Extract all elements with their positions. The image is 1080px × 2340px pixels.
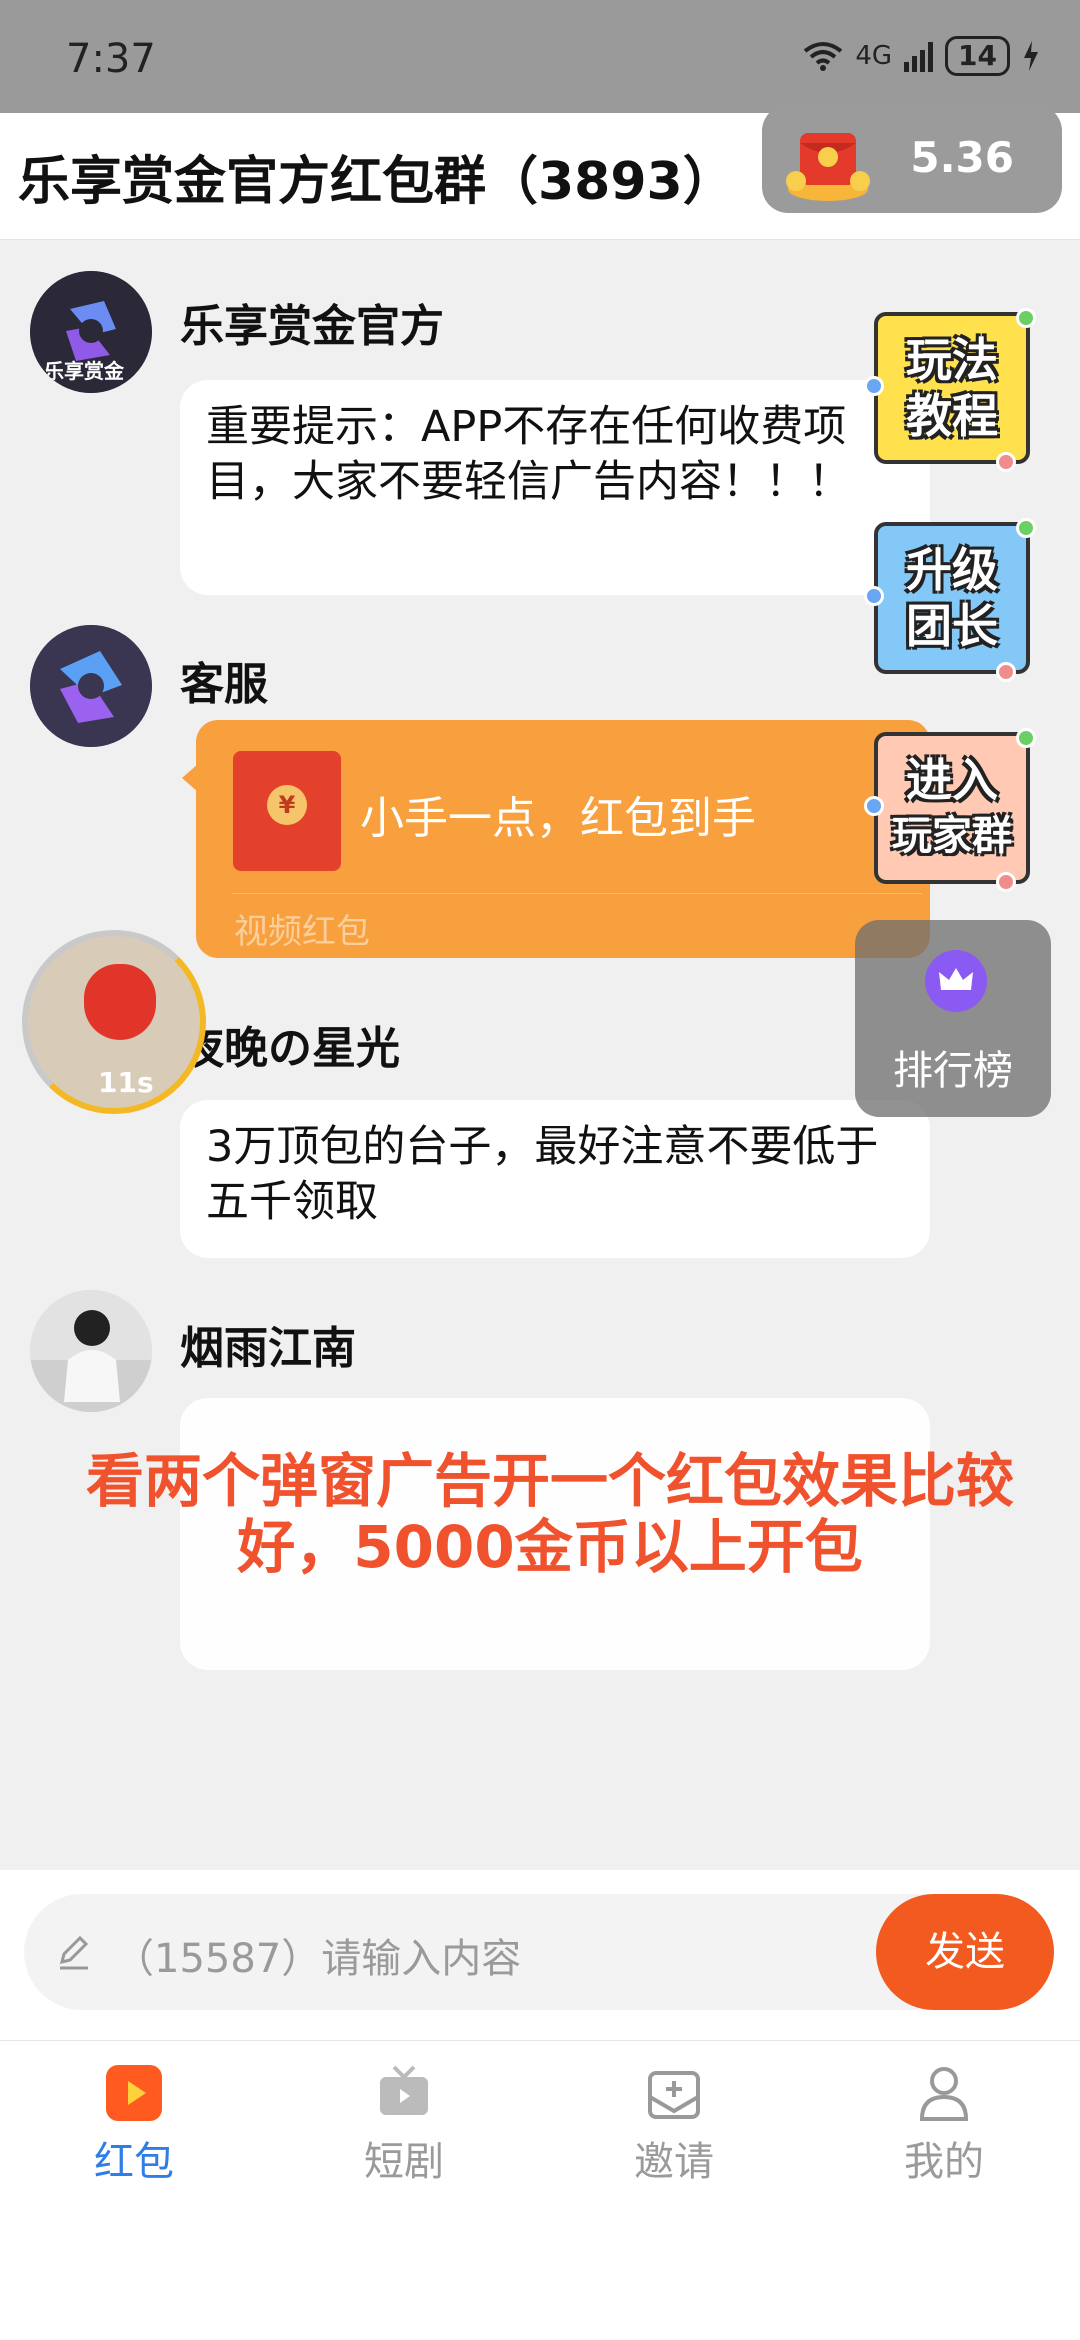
nav-label: 红包 [94, 2139, 174, 2185]
balance-value: 5.36 [910, 133, 1014, 182]
avatar-official[interactable]: 乐享赏金 [30, 271, 152, 393]
bottom-nav: 红包 短剧 邀请 我的 [0, 2040, 1080, 2340]
charging-icon [1024, 41, 1038, 71]
badge-line: 教程 [906, 389, 998, 443]
nav-red-packet[interactable]: 红包 [34, 2063, 234, 2187]
group-title: 乐享赏金官方红包群（3893） [18, 152, 735, 212]
bubble-tail [182, 764, 198, 792]
money-bag-icon [84, 964, 156, 1040]
network-type: 4G [855, 41, 893, 71]
status-time: 7:37 [66, 36, 156, 82]
wifi-icon [804, 42, 843, 71]
avatar-official-text: 乐享赏金 [44, 359, 124, 383]
battery-icon: 14 [945, 36, 1010, 76]
nav-short-drama[interactable]: 短剧 [304, 2063, 504, 2187]
sender-name: 乐享赏金官方 [180, 301, 444, 352]
avatar-user[interactable] [30, 1290, 152, 1412]
red-packet-balance-button[interactable]: 5.36 [762, 105, 1062, 213]
input-bar: （15587）请输入内容 发送 [0, 1870, 1080, 2040]
signal-icon [904, 40, 934, 72]
yuan-coin-icon: ¥ [267, 785, 307, 825]
badge-line: 升级 [906, 543, 998, 597]
red-packet-icon [786, 133, 870, 201]
badge-line: 玩家群 [892, 813, 1012, 859]
service-logo-icon [30, 625, 152, 747]
badge-line: 团长 [906, 599, 998, 653]
send-button[interactable]: 发送 [876, 1894, 1054, 2010]
invite-envelope-icon [648, 2071, 700, 2119]
sender-name: 烟雨江南 [180, 1323, 356, 1374]
play-icon [106, 2065, 162, 2121]
red-packet-title: 小手一点，红包到手 [360, 793, 756, 844]
dot-icon [996, 872, 1016, 892]
user-photo-icon [30, 1290, 152, 1412]
crown-icon [925, 950, 987, 1012]
status-icons: 4G 14 [803, 36, 1040, 76]
badge-line: 进入 [906, 753, 998, 807]
nav-mine[interactable]: 我的 [844, 2063, 1044, 2187]
message-bubble: 重要提示：APP不存在任何收费项目，大家不要轻信广告内容！！！ [180, 380, 930, 595]
nav-label: 我的 [904, 2139, 984, 2185]
group-header: 乐享赏金官方红包群（3893） 5.36 [0, 105, 1080, 240]
dot-icon [996, 662, 1016, 682]
ranking-label: 排行榜 [893, 1048, 1013, 1094]
upgrade-leader-badge-button[interactable]: 升级 团长 [864, 518, 1036, 682]
dot-icon [864, 376, 884, 396]
tutorial-badge-button[interactable]: 玩法 教程 [864, 308, 1036, 472]
user-icon [919, 2067, 969, 2121]
message-bubble: 3万顶包的台子，最好注意不要低于五千领取 [180, 1100, 930, 1258]
tv-icon [380, 2065, 428, 2115]
status-bar: 7:37 4G 14 [0, 0, 1080, 113]
nav-invite[interactable]: 邀请 [574, 2063, 774, 2187]
message-input[interactable]: （15587）请输入内容 发送 [24, 1894, 1054, 2010]
nav-label: 邀请 [634, 2139, 714, 2185]
overlay-caption: 看两个弹窗广告开一个红包效果比较好，5000金币以上开包 [85, 1447, 1014, 1581]
nav-label: 短剧 [364, 2139, 444, 2185]
dot-icon [996, 452, 1016, 472]
ranking-button[interactable]: 排行榜 [855, 920, 1051, 1117]
input-placeholder: （15587）请输入内容 [114, 1936, 522, 1982]
red-envelope-icon: ¥ [233, 751, 341, 871]
dot-icon [864, 586, 884, 606]
badge-line: 玩法 [906, 333, 998, 387]
divider [232, 893, 922, 894]
timer-text: 11s [98, 1066, 154, 1099]
join-player-group-badge-button[interactable]: 进入 玩家群 [864, 728, 1036, 892]
red-bag-timer[interactable]: 11s [22, 930, 206, 1114]
red-packet-type: 视频红包 [234, 912, 370, 952]
dot-icon [1016, 518, 1036, 538]
dot-icon [1016, 308, 1036, 328]
sender-name: 客服 [180, 659, 268, 710]
dot-icon [864, 796, 884, 816]
sender-name: 夜晚の星光 [180, 1023, 400, 1074]
pencil-icon [59, 1935, 89, 1970]
dot-icon [1016, 728, 1036, 748]
avatar-service[interactable] [30, 625, 152, 747]
